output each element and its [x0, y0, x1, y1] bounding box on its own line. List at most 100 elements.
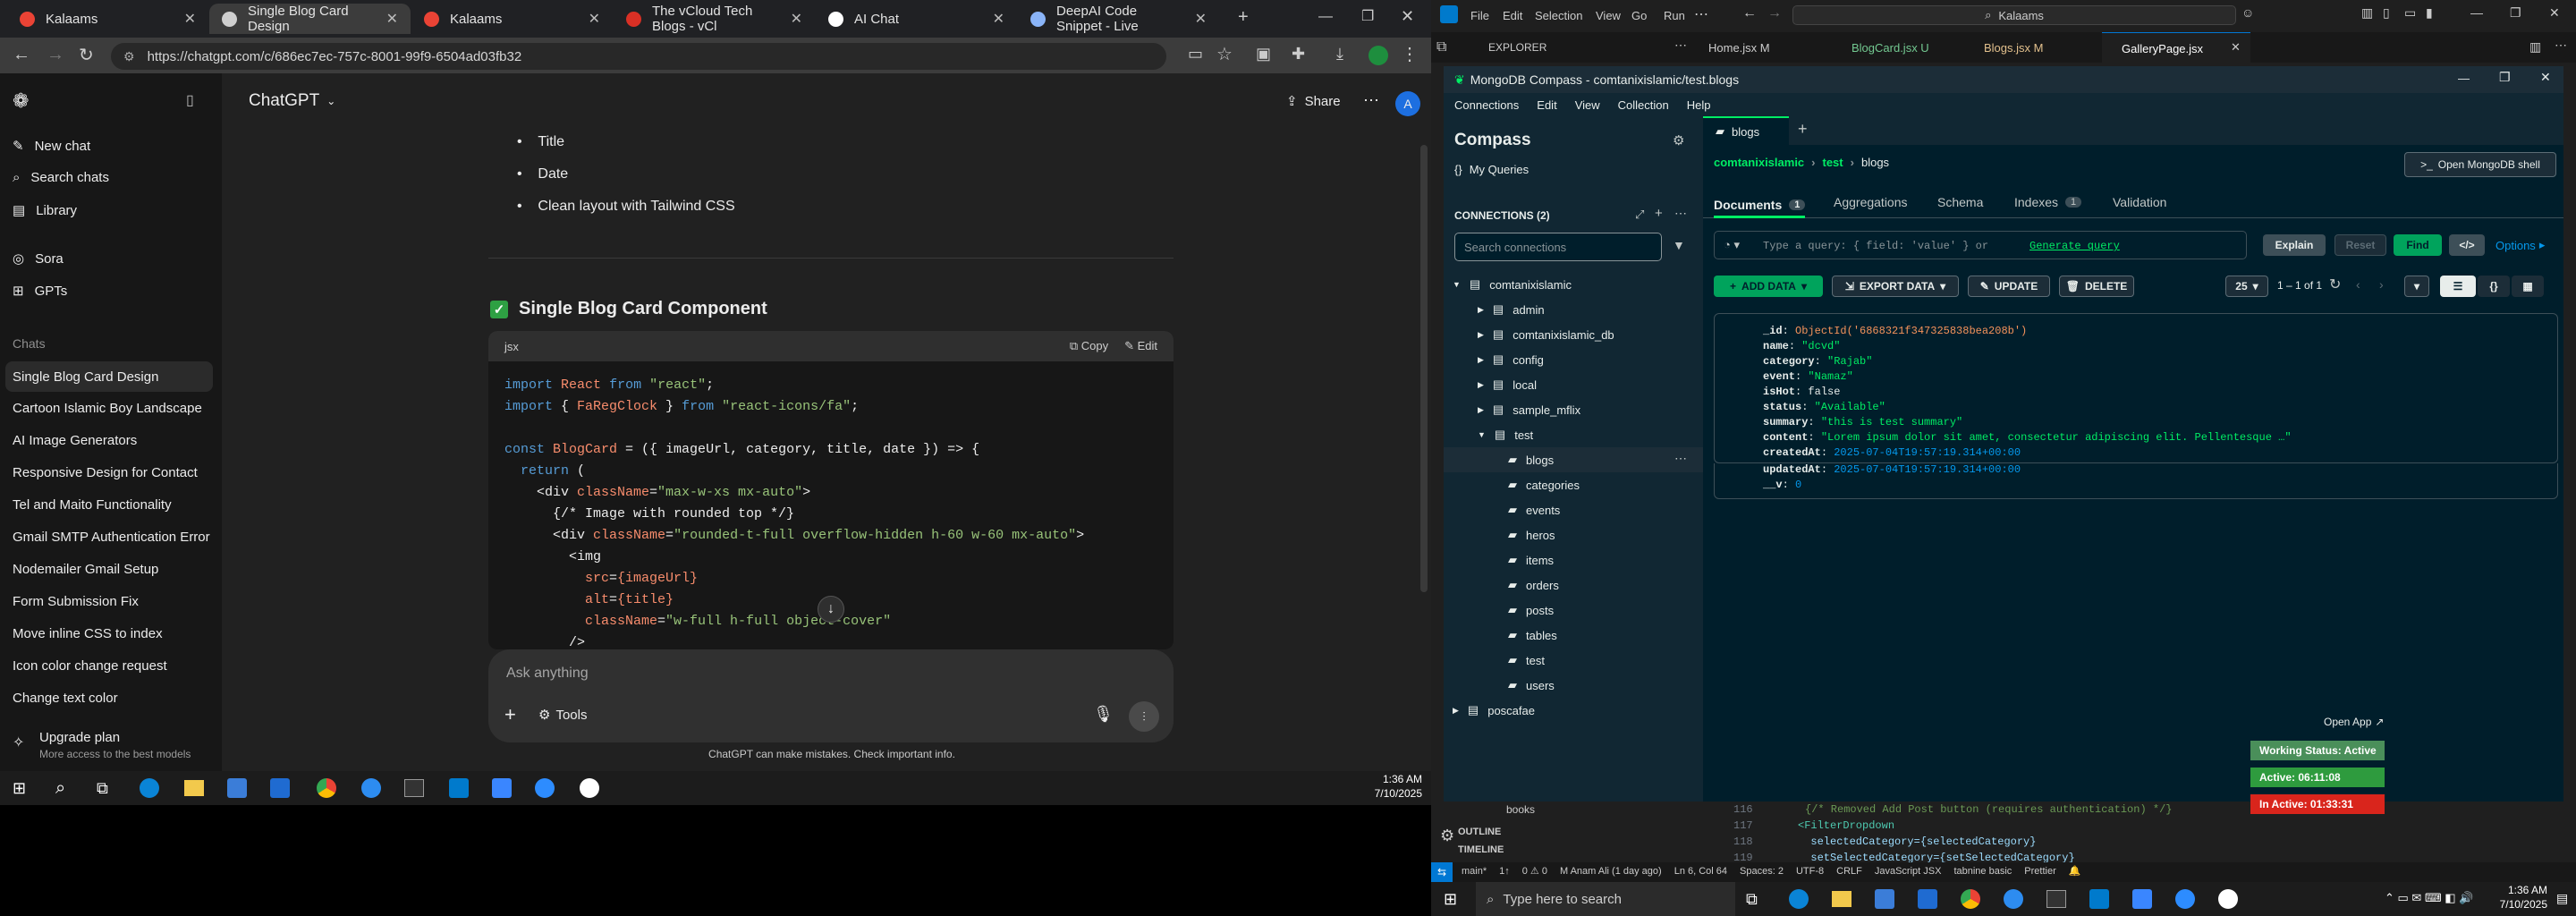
update-button[interactable]: ✎ UPDATE: [1968, 276, 2050, 297]
close-icon[interactable]: ✕: [791, 10, 802, 28]
code-view-icon[interactable]: </>: [2449, 234, 2485, 256]
zoom-icon[interactable]: [535, 778, 555, 798]
puzzle-icon[interactable]: ✚: [1292, 45, 1305, 64]
close-window-icon[interactable]: ✕: [1401, 7, 1414, 26]
sync-status[interactable]: 1↑: [1499, 866, 1510, 877]
sora-button[interactable]: ◎ Sora: [13, 250, 64, 267]
list-view-icon[interactable]: ☰: [2440, 276, 2476, 297]
collection-more-icon[interactable]: ⋯: [1674, 451, 1687, 466]
copilot-icon[interactable]: ☺: [2241, 5, 2254, 20]
cursor-position[interactable]: Ln 6, Col 64: [1674, 866, 1727, 877]
tree-collection[interactable]: ▰ users: [1508, 678, 1555, 692]
tab-single-blog-card[interactable]: Single Blog Card Design ✕: [209, 4, 411, 34]
outlook-icon[interactable]: [270, 778, 290, 798]
voice-mode-icon[interactable]: ⫶: [1129, 701, 1159, 732]
gpts-button[interactable]: ⊞ GPTs: [13, 283, 67, 300]
tab-aggregations[interactable]: Aggregations: [1834, 195, 1908, 209]
menu-view[interactable]: View: [1596, 9, 1621, 22]
close-icon[interactable]: ✕: [2231, 40, 2241, 55]
layout-icon[interactable]: ▥: [2361, 5, 2373, 21]
more-options-icon[interactable]: ⋯: [1363, 91, 1379, 110]
prettier-status[interactable]: Prettier: [2024, 866, 2055, 877]
collection-tab[interactable]: ▰ blogs: [1703, 116, 1789, 145]
tab-blogcard[interactable]: BlogCard.jsx U: [1852, 41, 1929, 55]
open-shell-button[interactable]: >_ Open MongoDB shell: [2404, 152, 2556, 177]
query-input[interactable]: Type a query: { field: 'value' } or: [1763, 240, 1988, 252]
close-icon[interactable]: ✕: [589, 10, 600, 28]
close-icon[interactable]: ✕: [2549, 5, 2560, 21]
install-app-icon[interactable]: ▭: [1188, 45, 1203, 64]
menu-run[interactable]: Run: [1664, 9, 1685, 22]
chat-item[interactable]: Single Blog Card Design: [5, 361, 213, 392]
url-bar[interactable]: ⚙ https://chatgpt.com/c/686ec7ec-757c-80…: [111, 43, 1166, 70]
toggle-panel-icon[interactable]: ▭: [2404, 5, 2416, 21]
edge-icon[interactable]: [1789, 889, 1809, 909]
model-selector[interactable]: ChatGPT ⌄: [249, 91, 335, 111]
tree-database[interactable]: ▶ ▤ admin: [1478, 302, 1545, 317]
problems-status[interactable]: 0 ⚠ 0: [1522, 865, 1547, 877]
settings-gear-icon[interactable]: ⚙: [1673, 132, 1684, 148]
microphone-icon[interactable]: 🎙: [1093, 705, 1114, 724]
scroll-down-icon[interactable]: ↓: [818, 596, 844, 623]
view-options-icon[interactable]: ▾: [2404, 276, 2429, 297]
prev-page-icon[interactable]: ‹: [2356, 277, 2360, 292]
tab-schema[interactable]: Schema: [1937, 195, 1983, 209]
chat-item[interactable]: Form Submission Fix: [13, 594, 139, 609]
maximize-icon[interactable]: ❐: [2510, 5, 2521, 21]
menu-edit[interactable]: Edit: [1537, 98, 1556, 112]
windows-start-icon[interactable]: ⊞: [13, 779, 26, 798]
tree-collection[interactable]: ▰ test: [1508, 653, 1545, 667]
tabnine-status[interactable]: tabnine basic: [1953, 866, 2012, 877]
chat-item[interactable]: Nodemailer Gmail Setup: [13, 562, 158, 577]
explorer-icon[interactable]: ⧉: [1436, 39, 1446, 55]
search-chats-button[interactable]: ⌕ Search chats: [13, 170, 109, 185]
query-history-icon[interactable]: ◔ ▾: [1724, 238, 1740, 252]
filter-icon[interactable]: ▼: [1673, 238, 1685, 252]
chat-item[interactable]: Responsive Design for Contact: [13, 465, 198, 480]
chat-item[interactable]: Gmail SMTP Authentication Error: [13, 530, 210, 545]
edit-button[interactable]: ✎ Edit: [1124, 339, 1157, 353]
tree-connection[interactable]: ▶ ▤ poscafae: [1453, 703, 1535, 717]
vscode-icon[interactable]: [449, 778, 469, 798]
minimize-icon[interactable]: —: [2458, 72, 2470, 85]
vscode-icon[interactable]: [2089, 889, 2109, 909]
terminal-icon[interactable]: [404, 779, 424, 797]
tree-database[interactable]: ▶ ▤ config: [1478, 352, 1544, 367]
profile-avatar[interactable]: [1368, 46, 1388, 65]
chat-item[interactable]: AI Image Generators: [13, 433, 137, 448]
minimize-icon[interactable]: —: [1318, 9, 1333, 25]
timeline-section[interactable]: TIMELINE: [1458, 844, 1504, 855]
forward-icon[interactable]: →: [47, 45, 64, 65]
add-data-button[interactable]: + ADD DATA ▾: [1714, 276, 1823, 297]
menu-connections[interactable]: Connections: [1454, 98, 1519, 112]
chat-item[interactable]: Move inline CSS to index: [13, 626, 163, 641]
tree-collection[interactable]: ▰ tables: [1508, 628, 1557, 642]
chrome-icon[interactable]: [1961, 889, 1980, 909]
command-center[interactable]: ⌕ Kalaams: [1792, 5, 2236, 25]
notifications-icon[interactable]: 🔔: [2069, 865, 2081, 877]
forward-icon[interactable]: →: [1767, 5, 1782, 21]
tab-indexes[interactable]: Indexes 1: [2014, 195, 2082, 209]
taskbar-search[interactable]: ⌕ Type here to search: [1476, 882, 1735, 916]
toggle-sidebar-icon[interactable]: ▯: [2383, 5, 2390, 21]
tree-database[interactable]: ▶ ▤ sample_mflix: [1478, 403, 1580, 417]
table-view-icon[interactable]: ▦: [2512, 276, 2544, 297]
edge-icon[interactable]: [140, 778, 159, 798]
next-page-icon[interactable]: ›: [2379, 277, 2384, 292]
generate-query-link[interactable]: Generate query: [2029, 240, 2120, 252]
chat-item[interactable]: Cartoon Islamic Boy Landscape: [13, 401, 202, 416]
explain-button[interactable]: Explain: [2263, 234, 2326, 256]
new-tab-icon[interactable]: +: [1798, 120, 1808, 139]
maximize-icon[interactable]: ❐: [1361, 7, 1374, 25]
chat-item[interactable]: Icon color change request: [13, 658, 167, 674]
message-input[interactable]: Ask anything: [506, 666, 589, 682]
language-mode[interactable]: JavaScript JSX: [1875, 866, 1942, 877]
openai-logo-icon[interactable]: ❁: [13, 89, 29, 113]
copy-button[interactable]: ⧉ Copy: [1070, 339, 1108, 353]
menu-edit[interactable]: Edit: [1503, 9, 1522, 22]
close-icon[interactable]: ✕: [184, 10, 196, 28]
tab-blogs[interactable]: Blogs.jsx M: [1984, 41, 2043, 55]
chrome-icon[interactable]: [317, 778, 336, 798]
tools-button[interactable]: ⚙ Tools: [538, 707, 587, 724]
delete-button[interactable]: 🗑 DELETE: [2059, 276, 2134, 297]
